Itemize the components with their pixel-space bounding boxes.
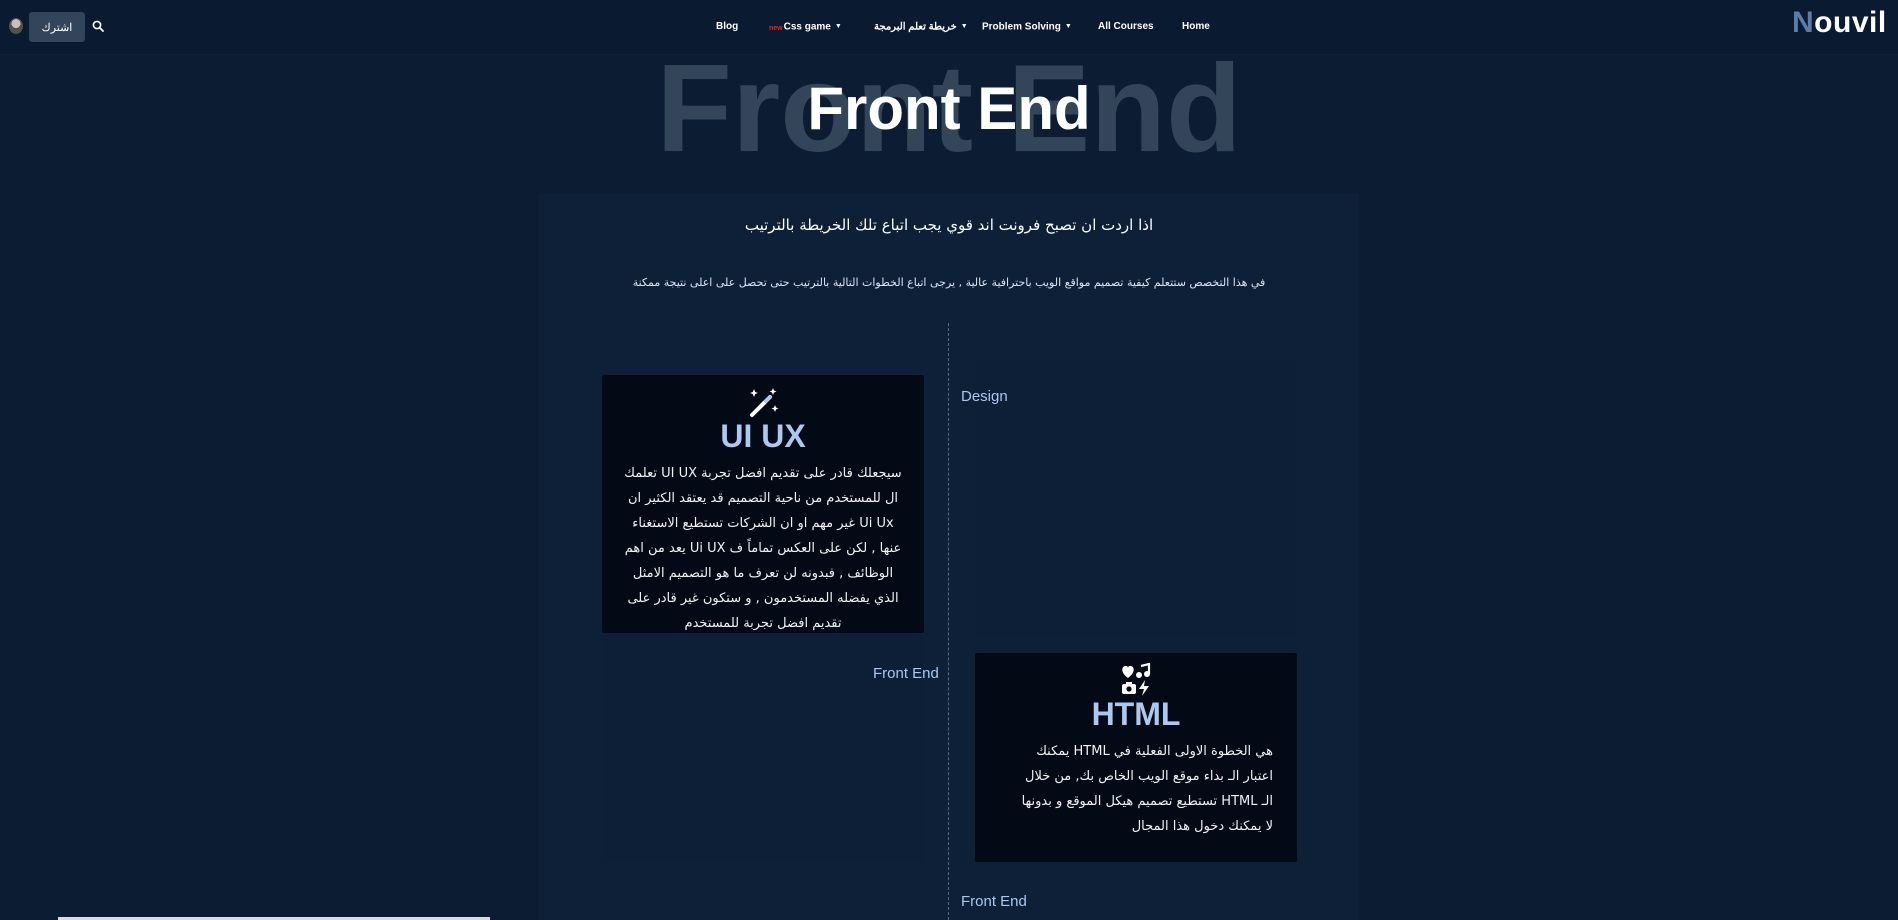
chevron-down-icon: ▼ [834, 23, 842, 30]
search-icon[interactable] [92, 20, 104, 32]
step-label-design: Design [961, 388, 1008, 405]
intro-heading: اذا اردت ان تصبح فرونت اند قوي يجب اتباع… [744, 216, 1154, 234]
intro-panel [539, 193, 1359, 323]
nav-item-blog[interactable]: Blog [716, 19, 738, 35]
chevron-down-icon: ▼ [960, 23, 968, 30]
card-description: سيجعلك قادر على تقديم افضل تجربة UI UX ت… [624, 466, 902, 631]
magic-wand-icon [750, 388, 779, 417]
icons-collection-icon [1122, 663, 1151, 696]
intro-text: في هذا التخصص ستتعلم كيفية تصميم مواقع ا… [632, 276, 1266, 289]
page-title: Front End [807, 75, 1091, 142]
timeline-line [948, 323, 949, 920]
new-badge: new [769, 24, 783, 32]
step-label-front-end: Front End [873, 665, 939, 682]
nav-item-home[interactable]: Home [1182, 19, 1210, 35]
card-description: هي الخطوة الاولى الفعلية في HTML يمكنك ا… [1021, 744, 1273, 834]
roadmap-shade [975, 360, 1297, 638]
avatar[interactable] [9, 18, 23, 34]
card-title: HTML [1091, 696, 1181, 732]
roadmap-card-ui-ux[interactable]: UI UX سيجعلك قادر على تقديم افضل تجربة U… [602, 375, 924, 633]
nav-item-all-courses[interactable]: All Courses [1098, 19, 1154, 35]
chevron-down-icon: ▼ [1064, 23, 1072, 30]
step-label-front-end: Front End [961, 893, 1027, 910]
roadmap-card-html[interactable]: HTML هي الخطوة الاولى الفعلية في HTML يم… [975, 653, 1297, 862]
card-title: UI UX [720, 418, 806, 454]
